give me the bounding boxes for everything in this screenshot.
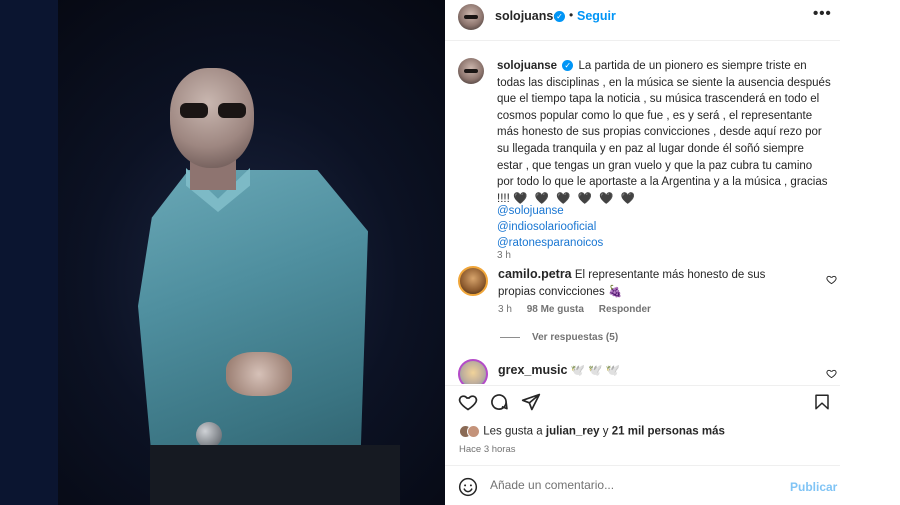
post-header: solojuanse ✓ • Seguir ••• xyxy=(445,0,840,32)
comment-like-icon[interactable] xyxy=(826,368,837,379)
post-side-panel: solojuanse ✓ • Seguir ••• solojuanse ✓ L… xyxy=(445,0,840,505)
caption-mentions: @solojuanse @indiosolariooficial @ratone… xyxy=(497,203,603,251)
caption-timestamp: 3 h xyxy=(497,250,511,261)
comment-text: camilo.petra El representante más honest… xyxy=(498,266,784,300)
mention-link[interactable]: @ratonesparanoicos xyxy=(497,235,603,251)
header-divider xyxy=(445,40,840,41)
comment-meta: 3 h 98 Me gusta Responder xyxy=(498,304,651,315)
actions-divider xyxy=(445,385,840,386)
add-comment-divider xyxy=(445,465,840,466)
photo-background xyxy=(0,0,58,505)
caption-text: solojuanse ✓ La partida de un pionero es… xyxy=(497,58,831,207)
more-options-icon[interactable]: ••• xyxy=(813,5,832,22)
comment-like-icon[interactable] xyxy=(826,274,837,285)
commenter-username[interactable]: camilo.petra xyxy=(498,267,572,281)
comment-likes[interactable]: 98 Me gusta xyxy=(527,304,584,315)
comment-input[interactable] xyxy=(490,478,750,492)
separator-dot: • xyxy=(569,8,574,22)
liker-avatar xyxy=(467,425,480,438)
comment-text: grex_music 🕊️ 🕊️ 🕊️ xyxy=(498,362,784,380)
verified-badge-icon: ✓ xyxy=(562,60,574,72)
action-bar xyxy=(445,390,840,416)
right-gutter xyxy=(840,0,900,505)
photo-glasses xyxy=(180,103,248,119)
photo-hand xyxy=(226,352,292,396)
like-heart-icon[interactable] xyxy=(458,392,478,412)
view-replies-button[interactable]: Ver respuestas (5) xyxy=(500,332,618,343)
likes-conjunction: y xyxy=(602,425,609,438)
likes-count[interactable]: 21 mil personas más xyxy=(612,426,725,438)
caption-body: La partida de un pionero es siempre tris… xyxy=(497,60,831,205)
verified-badge-icon: ✓ xyxy=(554,11,565,22)
photo-pants xyxy=(150,445,400,505)
emoji-icon[interactable] xyxy=(458,477,478,497)
likes-prefix: Les gusta a xyxy=(483,425,543,438)
commenter-avatar[interactable] xyxy=(458,359,488,384)
comment-bubble-icon[interactable] xyxy=(489,392,509,412)
author-username[interactable]: solojuanse xyxy=(495,9,560,23)
add-comment-bar: Publicar xyxy=(445,470,840,505)
commenter-avatar[interactable] xyxy=(458,266,488,296)
comments-scroll-area[interactable]: solojuanse ✓ La partida de un pionero es… xyxy=(445,44,840,384)
follow-button[interactable]: Seguir xyxy=(577,9,616,23)
likes-summary: Les gusta a julian_rey y 21 mil personas… xyxy=(459,425,725,438)
post-time-ago: Hace 3 horas xyxy=(459,444,516,455)
liker-username[interactable]: julian_rey xyxy=(546,426,600,438)
save-bookmark-icon[interactable] xyxy=(813,392,831,412)
reply-button[interactable]: Responder xyxy=(599,304,651,315)
share-send-icon[interactable] xyxy=(521,392,541,412)
publish-button[interactable]: Publicar xyxy=(790,480,837,494)
comment-body: 🕊️ 🕊️ 🕊️ xyxy=(570,365,621,377)
post-photo[interactable] xyxy=(0,0,445,505)
caption-avatar[interactable] xyxy=(458,58,484,84)
mention-link[interactable]: @solojuanse xyxy=(497,203,603,219)
author-avatar[interactable] xyxy=(458,4,484,30)
mention-link[interactable]: @indiosolariooficial xyxy=(497,219,603,235)
comment-timestamp: 3 h xyxy=(498,304,512,315)
caption-username[interactable]: solojuanse xyxy=(497,60,557,72)
commenter-username[interactable]: grex_music xyxy=(498,363,567,377)
